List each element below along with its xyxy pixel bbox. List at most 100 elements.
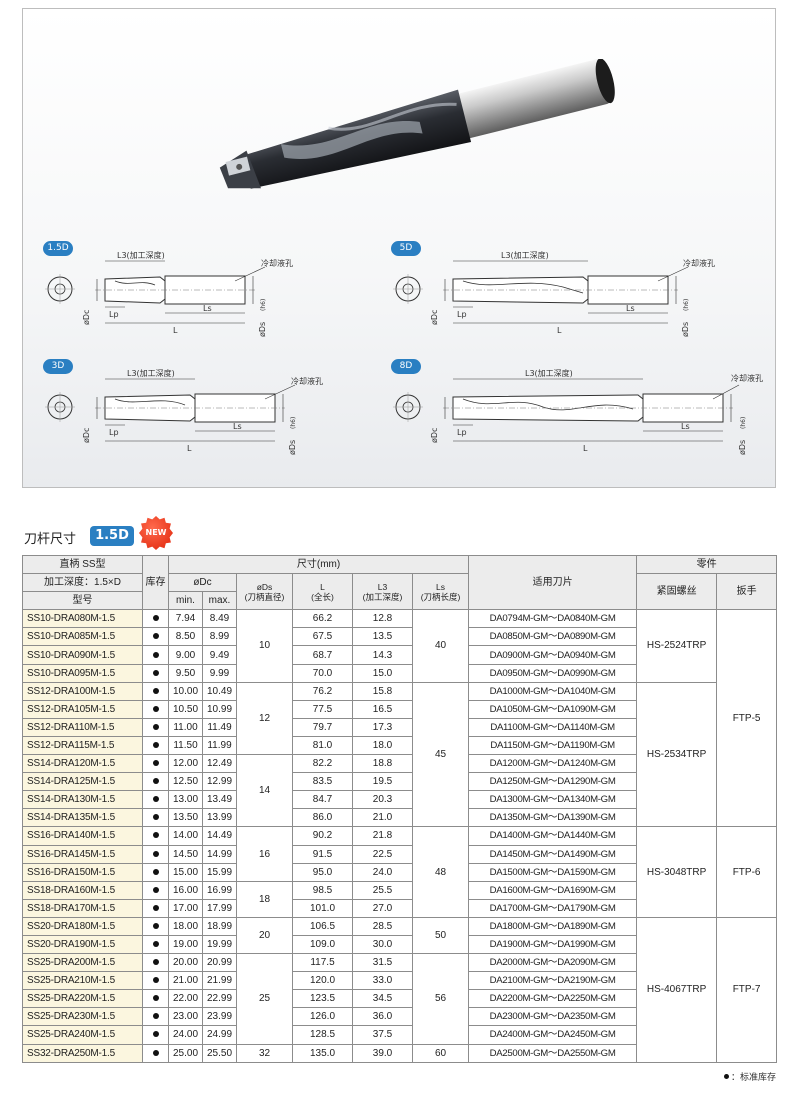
table-row: SS16-DRA140M-1.5 14.00 14.49 16 90.2 21.8 48 DA… bbox=[22, 826, 778, 918]
ls-label: Ls bbox=[203, 304, 212, 313]
stock-cell bbox=[142, 898, 169, 918]
dc-max-cell: 25.50 bbox=[202, 1043, 237, 1063]
dc-min-cell: 21.00 bbox=[168, 971, 203, 991]
dc-min-cell: 24.00 bbox=[168, 1025, 203, 1045]
diagram-1-5d: 1.5D L3(加工深度) 冷却液孔 øDc Lp Ls L øDs (h6) bbox=[35, 241, 365, 351]
dc-min-cell: 16.00 bbox=[168, 880, 203, 900]
l-cell: 126.0 bbox=[292, 1007, 353, 1027]
stock-cell bbox=[142, 681, 169, 701]
insert-cell: DA2100M-GM～DA2190M-GM bbox=[468, 971, 638, 991]
header-ls: Ls (刀柄长度) bbox=[411, 573, 470, 611]
stock-cell bbox=[142, 754, 169, 774]
ds-label: øDs bbox=[681, 322, 690, 337]
l-cell: 90.2 bbox=[292, 826, 353, 846]
insert-cell: DA1250M-GM～DA1290M-GM bbox=[468, 772, 638, 792]
l-cell: 76.2 bbox=[292, 681, 353, 701]
l3-cell: 21.8 bbox=[352, 826, 413, 846]
dc-min-cell: 12.00 bbox=[168, 754, 203, 774]
stock-cell bbox=[142, 627, 169, 647]
header-dc-min: min. bbox=[168, 591, 203, 611]
dc-min-cell: 10.50 bbox=[168, 699, 203, 719]
l-cell: 98.5 bbox=[292, 880, 353, 900]
stock-legend: ：标准库存 bbox=[723, 1070, 776, 1083]
insert-cell: DA0950M-GM～DA0990M-GM bbox=[468, 663, 638, 683]
header-model: 型号 bbox=[22, 591, 143, 611]
insert-cell: DA1050M-GM～DA1090M-GM bbox=[468, 699, 638, 719]
header-screw: 紧固螺丝 bbox=[636, 573, 718, 611]
dc-label: øDc bbox=[430, 310, 439, 325]
table-body: SS10-DRA080M-1.5 7.94 8.49 10 66.2 12.8 40 DA07… bbox=[22, 609, 778, 1063]
dc-min-cell: 11.00 bbox=[168, 717, 203, 737]
header-wrench: 扳手 bbox=[716, 573, 778, 611]
ls-cell: 48 bbox=[411, 826, 470, 918]
stock-cell bbox=[142, 934, 169, 955]
dc-min-cell: 25.00 bbox=[168, 1043, 203, 1063]
dc-min-cell: 20.00 bbox=[168, 953, 203, 973]
section-header: 刀杆尺寸 1.5D NEW bbox=[22, 516, 322, 550]
wrench-cell: FTP-7 bbox=[716, 916, 778, 1063]
ds-cell: 16 bbox=[236, 826, 293, 882]
dc-label: øDc bbox=[82, 310, 91, 325]
header-parts: 零件 bbox=[636, 554, 778, 575]
dc-max-cell: 10.49 bbox=[202, 681, 237, 701]
insert-cell: DA1300M-GM～DA1340M-GM bbox=[468, 790, 638, 810]
dc-max-cell: 19.99 bbox=[202, 934, 237, 955]
dc-max-cell: 24.99 bbox=[202, 1025, 237, 1045]
l3-cell: 14.3 bbox=[352, 645, 413, 665]
dc-min-cell: 10.00 bbox=[168, 681, 203, 701]
l-cell: 77.5 bbox=[292, 699, 353, 719]
stock-cell bbox=[142, 953, 169, 973]
l-cell: 109.0 bbox=[292, 934, 353, 955]
stock-cell bbox=[142, 862, 169, 882]
ls-cell: 60 bbox=[411, 1043, 470, 1063]
l3-cell: 21.0 bbox=[352, 808, 413, 828]
l-label: L bbox=[187, 444, 192, 453]
insert-cell: DA1100M-GM～DA1140M-GM bbox=[468, 717, 638, 737]
stock-dot-icon bbox=[152, 741, 159, 748]
l3-cell: 33.0 bbox=[352, 971, 413, 991]
model-cell: SS12-DRA100M-1.5 bbox=[22, 681, 143, 701]
model-cell: SS12-DRA110M-1.5 bbox=[22, 717, 143, 737]
l3-cell: 22.5 bbox=[352, 844, 413, 864]
insert-cell: DA1400M-GM～DA1440M-GM bbox=[468, 826, 638, 846]
stock-cell bbox=[142, 772, 169, 792]
dc-min-cell: 11.50 bbox=[168, 735, 203, 756]
ds-cell: 14 bbox=[236, 754, 293, 828]
model-cell: SS16-DRA140M-1.5 bbox=[22, 826, 143, 846]
stock-dot-icon bbox=[152, 723, 159, 730]
header-l3-label: L3 bbox=[377, 581, 388, 592]
dc-max-cell: 14.99 bbox=[202, 844, 237, 864]
ds-cell: 32 bbox=[236, 1043, 293, 1063]
diagram-tag: 1.5D bbox=[43, 241, 73, 256]
dc-max-cell: 11.99 bbox=[202, 735, 237, 756]
l3-label: L3(加工深度) bbox=[501, 250, 549, 260]
dc-max-cell: 10.99 bbox=[202, 699, 237, 719]
dc-min-cell: 13.00 bbox=[168, 790, 203, 810]
ds-cell: 12 bbox=[236, 681, 293, 756]
section-title: 刀杆尺寸 bbox=[24, 532, 77, 547]
l-cell: 86.0 bbox=[292, 808, 353, 828]
stock-dot-icon bbox=[152, 977, 159, 984]
l-cell: 95.0 bbox=[292, 862, 353, 882]
dc-min-cell: 9.00 bbox=[168, 645, 203, 665]
l3-cell: 25.5 bbox=[352, 880, 413, 900]
model-cell: SS16-DRA145M-1.5 bbox=[22, 844, 143, 864]
dc-max-cell: 23.99 bbox=[202, 1007, 237, 1027]
stock-dot-icon bbox=[152, 832, 159, 839]
ds-cell: 10 bbox=[236, 609, 293, 683]
table-row: SS20-DRA180M-1.5 18.00 18.99 20 106.5 28.5 50 D… bbox=[22, 916, 778, 1063]
dc-min-cell: 13.50 bbox=[168, 808, 203, 828]
header-ls-sub: (刀柄长度) bbox=[420, 591, 461, 602]
stock-cell bbox=[142, 808, 169, 828]
lp-label: Lp bbox=[457, 310, 467, 319]
model-cell: SS25-DRA230M-1.5 bbox=[22, 1007, 143, 1027]
l3-cell: 24.0 bbox=[352, 862, 413, 882]
drill-dimension-drawing: L3(加工深度) 冷却液孔 øDc Lp Ls L øDs (h6) bbox=[393, 368, 763, 455]
ds-tolerance: (h6) bbox=[683, 299, 690, 311]
dc-max-cell: 20.99 bbox=[202, 953, 237, 973]
header-l: L (全长) bbox=[292, 573, 353, 611]
ds-label: øDs bbox=[258, 322, 267, 337]
insert-cell: DA1600M-GM～DA1690M-GM bbox=[468, 880, 638, 900]
l-cell: 68.7 bbox=[292, 645, 353, 665]
ds-label: øDs bbox=[288, 440, 297, 455]
